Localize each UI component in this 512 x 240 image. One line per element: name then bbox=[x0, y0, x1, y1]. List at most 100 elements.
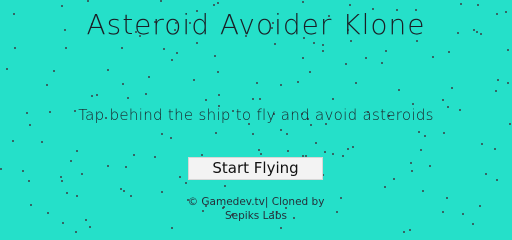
star-dot bbox=[87, 0, 89, 2]
star-dot bbox=[224, 185, 226, 187]
star-dot bbox=[215, 132, 217, 134]
star-dot bbox=[154, 156, 156, 158]
star-dot bbox=[485, 173, 487, 175]
star-dot bbox=[352, 146, 354, 148]
star-dot bbox=[409, 229, 411, 231]
star-dot bbox=[420, 149, 422, 151]
star-dot bbox=[60, 176, 62, 178]
star-dot bbox=[120, 188, 122, 190]
credits: © Gamedev.tv| Cloned by Sepiks Labs bbox=[0, 195, 512, 223]
star-dot bbox=[53, 70, 55, 72]
star-dot bbox=[497, 79, 499, 81]
credit-line-2: Sepiks Labs bbox=[224, 210, 287, 222]
star-dot bbox=[14, 47, 16, 49]
star-dot bbox=[205, 99, 207, 101]
star-dot bbox=[89, 226, 91, 228]
star-dot bbox=[460, 3, 462, 5]
star-dot bbox=[201, 154, 203, 156]
star-dot bbox=[125, 166, 127, 168]
star-dot bbox=[345, 63, 347, 65]
star-dot bbox=[432, 56, 434, 58]
star-dot bbox=[193, 79, 195, 81]
star-dot bbox=[217, 71, 219, 73]
star-dot bbox=[258, 149, 260, 151]
star-dot bbox=[61, 180, 63, 182]
star-dot bbox=[22, 170, 24, 172]
star-dot bbox=[280, 129, 282, 131]
star-dot bbox=[332, 98, 334, 100]
star-dot bbox=[41, 141, 43, 143]
star-dot bbox=[145, 93, 147, 95]
star-dot bbox=[302, 1, 304, 3]
start-flying-button[interactable]: Start Flying bbox=[188, 157, 323, 180]
star-dot bbox=[65, 47, 67, 49]
star-dot bbox=[507, 49, 509, 51]
star-dot bbox=[332, 153, 334, 155]
star-dot bbox=[161, 191, 163, 193]
star-dot bbox=[495, 90, 497, 92]
star-dot bbox=[472, 223, 474, 225]
star-dot bbox=[70, 160, 72, 162]
star-dot bbox=[256, 82, 258, 84]
star-dot bbox=[297, 81, 299, 83]
credit-line-1: © Gamedev.tv| Cloned by bbox=[187, 196, 325, 208]
star-dot bbox=[287, 150, 289, 152]
star-dot bbox=[286, 133, 288, 135]
star-dot bbox=[148, 76, 150, 78]
star-dot bbox=[179, 176, 181, 178]
star-dot bbox=[133, 154, 135, 156]
star-dot bbox=[324, 151, 326, 153]
star-dot bbox=[280, 84, 282, 86]
star-dot bbox=[322, 44, 324, 46]
star-dot bbox=[411, 170, 413, 172]
star-dot bbox=[418, 131, 420, 133]
star-dot bbox=[342, 155, 344, 157]
star-dot bbox=[161, 133, 163, 135]
star-dot bbox=[448, 51, 450, 53]
star-dot bbox=[0, 168, 2, 170]
star-dot bbox=[315, 142, 317, 144]
star-dot bbox=[91, 95, 93, 97]
star-dot bbox=[347, 148, 349, 150]
star-dot bbox=[429, 165, 431, 167]
star-dot bbox=[81, 173, 83, 175]
star-dot bbox=[302, 57, 304, 59]
star-dot bbox=[385, 50, 387, 52]
star-dot bbox=[107, 165, 109, 167]
star-dot bbox=[381, 62, 383, 64]
star-dot bbox=[163, 48, 165, 50]
star-dot bbox=[66, 192, 68, 194]
star-dot bbox=[252, 98, 254, 100]
star-dot bbox=[260, 153, 262, 155]
star-dot bbox=[252, 133, 254, 135]
star-dot bbox=[6, 68, 8, 70]
star-dot bbox=[171, 227, 173, 229]
star-dot bbox=[309, 71, 311, 73]
star-dot bbox=[451, 87, 453, 89]
star-dot bbox=[393, 178, 395, 180]
star-dot bbox=[28, 180, 30, 182]
star-dot bbox=[170, 137, 172, 139]
star-dot bbox=[355, 82, 357, 84]
star-dot bbox=[507, 82, 509, 84]
star-dot bbox=[75, 231, 77, 233]
star-dot bbox=[410, 162, 412, 164]
star-dot bbox=[322, 50, 324, 52]
star-dot bbox=[46, 84, 48, 86]
star-dot bbox=[76, 150, 78, 152]
star-dot bbox=[481, 143, 483, 145]
star-dot bbox=[384, 186, 386, 188]
star-dot bbox=[96, 94, 98, 96]
star-dot bbox=[218, 94, 220, 96]
star-dot bbox=[12, 140, 14, 142]
star-dot bbox=[214, 55, 216, 57]
star-dot bbox=[259, 98, 261, 100]
star-dot bbox=[280, 227, 282, 229]
star-dot bbox=[496, 179, 498, 181]
star-dot bbox=[121, 47, 123, 49]
star-dot bbox=[127, 97, 129, 99]
star-dot bbox=[442, 99, 444, 101]
star-dot bbox=[122, 83, 124, 85]
star-dot bbox=[422, 190, 424, 192]
star-dot bbox=[217, 2, 219, 4]
